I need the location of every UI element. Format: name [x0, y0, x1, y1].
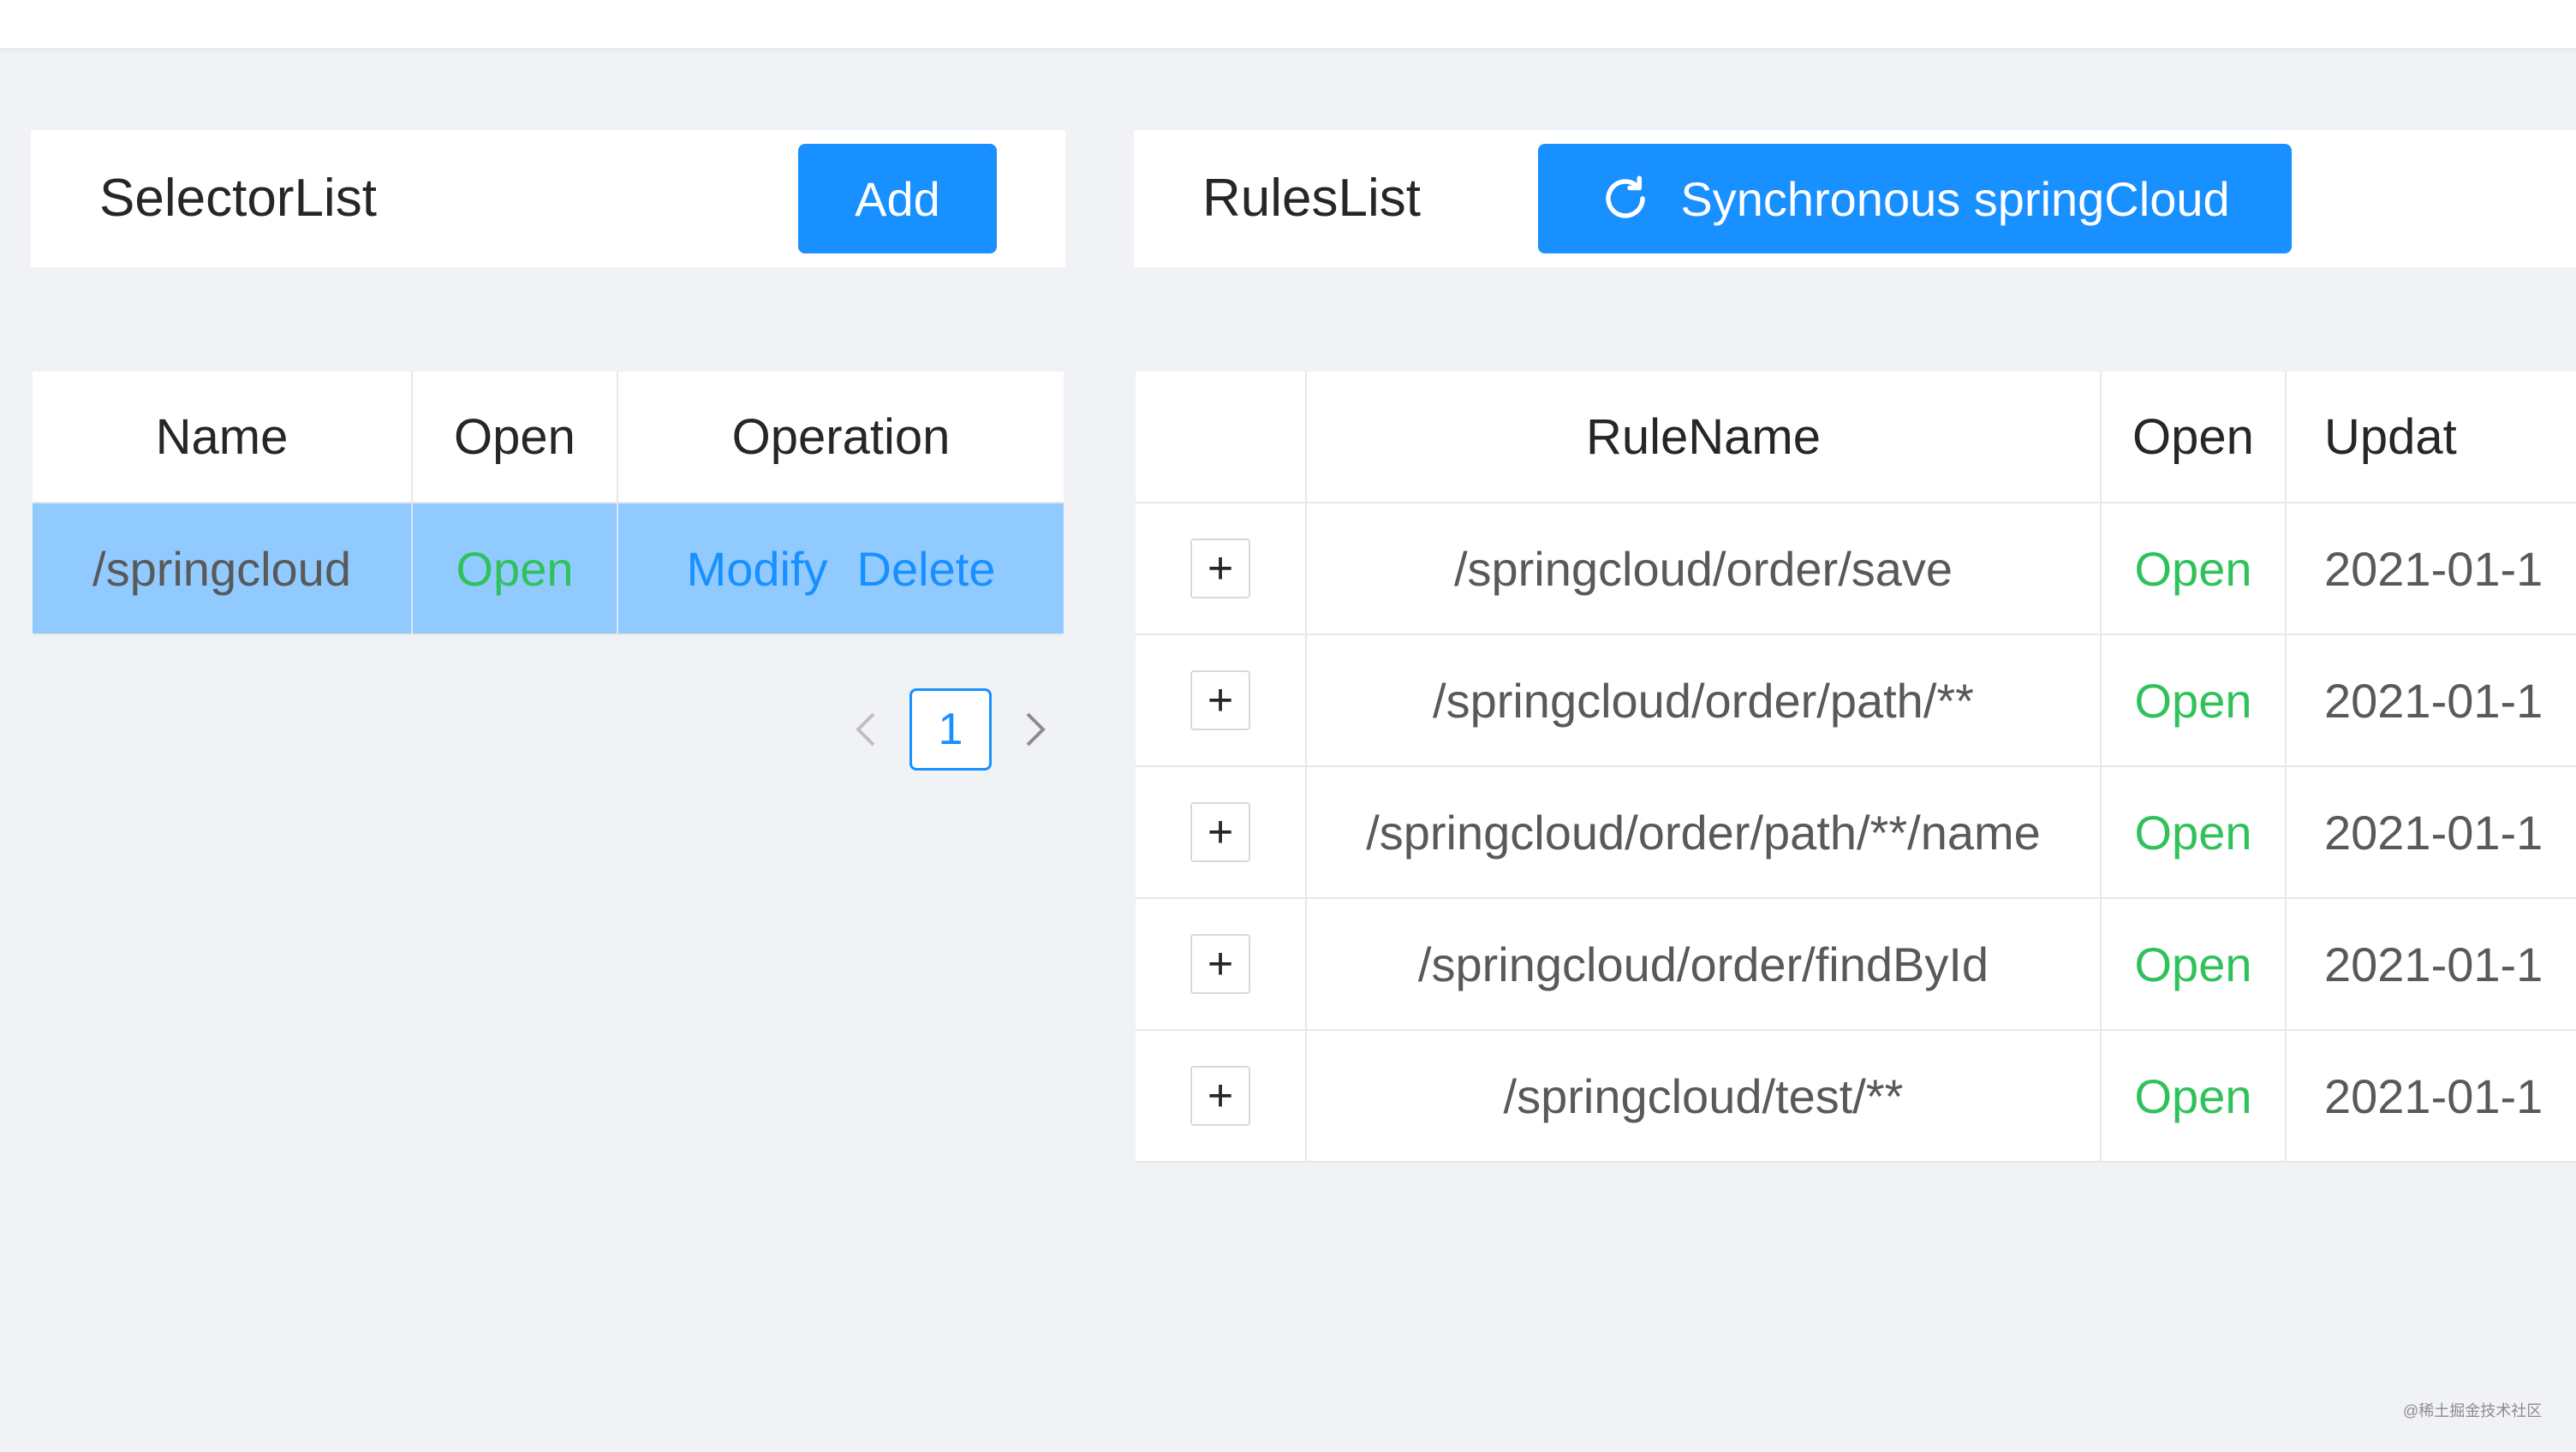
reload-icon: [1606, 176, 1646, 218]
selector-table-header: Name Open Operation: [33, 372, 1064, 503]
open-status-text: Open: [2134, 673, 2252, 728]
expand-cell: +: [1136, 767, 1307, 897]
expand-cell: +: [1136, 1031, 1307, 1161]
prev-page-button[interactable]: [839, 688, 891, 771]
column-header-open: Open: [2102, 372, 2287, 502]
expand-row-button[interactable]: +: [1190, 934, 1250, 994]
rule-open-status: Open: [2102, 899, 2287, 1029]
open-status-text: Open: [456, 541, 574, 596]
expand-row-button[interactable]: +: [1190, 539, 1250, 598]
pagination: 1: [839, 688, 1062, 771]
chevron-right-icon: [1026, 712, 1046, 747]
rule-name: /springcloud/order/findById: [1307, 899, 2102, 1029]
table-row: + /springcloud/order/path/**/name Open 2…: [1136, 767, 2576, 899]
add-selector-button[interactable]: Add: [798, 144, 997, 253]
expand-row-button[interactable]: +: [1190, 802, 1250, 862]
selector-open-status: Open: [413, 503, 618, 634]
rule-updated-time: 2021-01-1: [2324, 541, 2543, 596]
rule-open-status: Open: [2102, 767, 2287, 897]
selector-list-header: SelectorList Add: [31, 130, 1065, 267]
rule-open-status: Open: [2102, 635, 2287, 765]
rule-name: /springcloud/test/**: [1307, 1031, 2102, 1161]
column-header-name: Name: [33, 372, 413, 502]
rule-name: /springcloud/order/path/**/name: [1307, 767, 2102, 897]
watermark-text: @稀土掘金技术社区: [2403, 1402, 2543, 1419]
chevron-left-icon: [856, 712, 875, 747]
page-1-button[interactable]: 1: [909, 688, 992, 771]
delete-link[interactable]: Delete: [857, 541, 996, 597]
expand-cell: +: [1136, 503, 1307, 634]
synchronous-springcloud-label: Synchronous springCloud: [1680, 171, 2230, 226]
column-header-expand: [1136, 372, 1307, 502]
rule-updated-time: 2021-01-1: [2324, 1068, 2543, 1123]
table-row: + /springcloud/order/save Open 2021-01-1: [1136, 503, 2576, 635]
rules-list-header: RulesList Synchronous springCloud: [1134, 130, 2576, 267]
modify-link[interactable]: Modify: [687, 541, 828, 597]
table-row: + /springcloud/order/path/** Open 2021-0…: [1136, 635, 2576, 767]
expand-cell: +: [1136, 899, 1307, 1029]
rule-updated-time: 2021-01-1: [2324, 805, 2543, 860]
expand-row-button[interactable]: +: [1190, 670, 1250, 730]
column-header-operation: Operation: [731, 408, 951, 465]
expand-cell: +: [1136, 635, 1307, 765]
rule-open-status: Open: [2102, 1031, 2287, 1161]
open-status-text: Open: [2134, 1068, 2252, 1123]
selector-operations: Modify Delete: [618, 503, 1064, 634]
table-row: + /springcloud/order/findById Open 2021-…: [1136, 899, 2576, 1031]
column-header-updated: Updat: [2324, 408, 2457, 465]
table-row[interactable]: /springcloud Open Modify Delete: [33, 503, 1064, 635]
rules-list-title: RulesList: [1202, 169, 1421, 228]
selector-list-title: SelectorList: [99, 169, 377, 228]
selector-name: /springcloud: [33, 503, 413, 634]
top-header-bar: [0, 0, 2576, 48]
expand-row-button[interactable]: +: [1190, 1066, 1250, 1126]
rules-table: RuleName Open Updat + /springcloud/order…: [1136, 372, 2576, 1163]
selector-table: Name Open Operation /springcloud Open Mo…: [33, 372, 1064, 635]
table-row: + /springcloud/test/** Open 2021-01-1: [1136, 1031, 2576, 1163]
column-header-open: Open: [413, 372, 618, 502]
rule-open-status: Open: [2102, 503, 2287, 634]
rule-name: /springcloud/order/path/**: [1307, 635, 2102, 765]
next-page-button[interactable]: [1011, 688, 1062, 771]
synchronous-springcloud-button[interactable]: Synchronous springCloud: [1538, 144, 2292, 253]
rule-updated-time: 2021-01-1: [2324, 937, 2543, 991]
open-status-text: Open: [2134, 937, 2252, 991]
rule-updated-time: 2021-01-1: [2324, 673, 2543, 728]
rule-name: /springcloud/order/save: [1307, 503, 2102, 634]
open-status-text: Open: [2134, 805, 2252, 860]
column-header-rulename: RuleName: [1307, 372, 2102, 502]
open-status-text: Open: [2134, 541, 2252, 596]
rules-table-header: RuleName Open Updat: [1136, 372, 2576, 503]
